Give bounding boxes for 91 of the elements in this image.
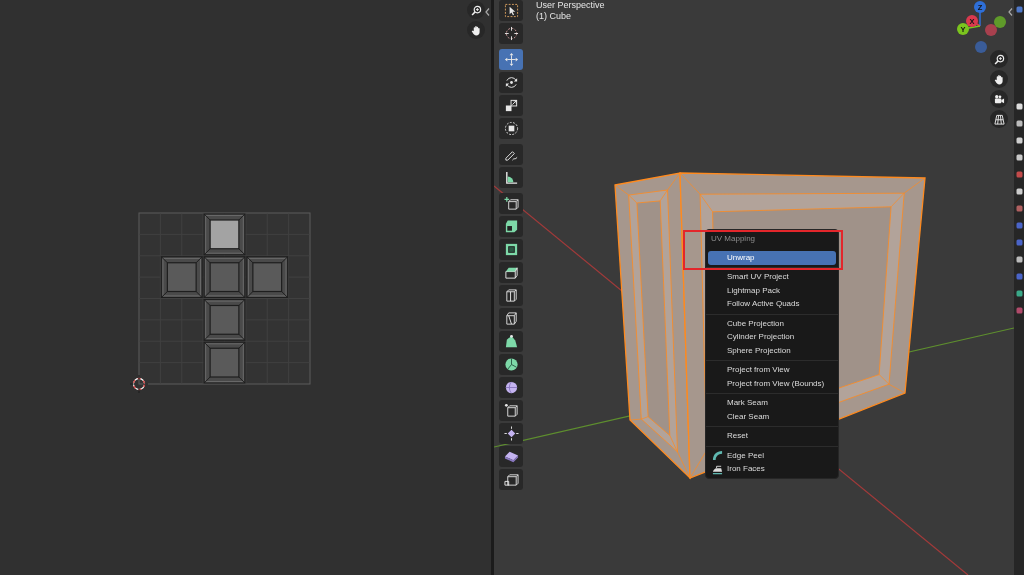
chevron-icon[interactable]: [485, 8, 490, 16]
axis-handle[interactable]: [985, 24, 997, 36]
zoom-button[interactable]: [990, 50, 1008, 68]
move-icon: [503, 52, 519, 67]
cursor-tool-button[interactable]: [499, 23, 523, 44]
loop-cut-tool-button[interactable]: [499, 285, 523, 306]
shear-tool-button[interactable]: [499, 446, 523, 467]
ruler-icon: [503, 170, 519, 185]
menu-item[interactable]: Iron Faces: [708, 462, 836, 476]
object-label: (1) Cube: [536, 11, 572, 22]
menu-item[interactable]: Unwrap: [708, 251, 836, 265]
tab-icon[interactable]: [1015, 188, 1023, 195]
rip-tool-button[interactable]: [499, 469, 523, 490]
uv-face[interactable]: [203, 256, 246, 298]
camera-icon: [993, 93, 1005, 105]
bevel-tool-button[interactable]: [499, 262, 523, 283]
menu-item[interactable]: Smart UV Project: [708, 270, 836, 284]
rip-icon: [503, 472, 519, 487]
uv-face[interactable]: [246, 256, 289, 298]
annotate-tool-button[interactable]: [499, 144, 523, 165]
spin-icon: [503, 357, 519, 372]
transform-icon: [503, 121, 519, 136]
menu-item[interactable]: Cylinder Projection: [708, 330, 836, 344]
smooth-tool-button[interactable]: [499, 377, 523, 398]
axis-handle[interactable]: [975, 41, 987, 53]
rotate-icon: [503, 75, 519, 90]
shrink-fatten-tool-button[interactable]: [499, 423, 523, 444]
zoom-button[interactable]: [467, 1, 485, 19]
zoom-icon: [470, 4, 482, 16]
measure-tool-button[interactable]: [499, 167, 523, 188]
hand-icon: [993, 73, 1005, 85]
menu-item[interactable]: Sphere Projection: [708, 344, 836, 358]
menu-item[interactable]: Project from View: [708, 363, 836, 377]
select-icon: [503, 3, 519, 18]
pan-button[interactable]: [990, 70, 1008, 88]
inset-tool-button[interactable]: [499, 239, 523, 260]
knife-icon: [503, 311, 519, 326]
tab-icon[interactable]: [1015, 120, 1023, 127]
axis-handle[interactable]: [994, 16, 1006, 28]
menu-item[interactable]: Mark Seam: [708, 396, 836, 410]
inset-icon: [503, 242, 519, 257]
cube-icon: [503, 403, 519, 418]
uv-face[interactable]: [203, 299, 246, 341]
move-tool-button[interactable]: [499, 49, 523, 70]
loop-cut-icon: [503, 288, 519, 303]
menu-item[interactable]: Clear Seam: [708, 410, 836, 424]
extrude-icon: [503, 219, 519, 234]
transform-tool-button[interactable]: [499, 118, 523, 139]
camera-button[interactable]: [990, 90, 1008, 108]
knife-tool-button[interactable]: [499, 308, 523, 329]
tab-icon[interactable]: [1015, 290, 1023, 297]
uv-face[interactable]: [203, 213, 246, 256]
menu-title: UV Mapping: [710, 233, 757, 245]
cursor-icon: [503, 26, 519, 41]
cursor-icon: [129, 374, 149, 394]
extrude-tool-button[interactable]: [499, 216, 523, 237]
edge-slide-tool-button[interactable]: [499, 400, 523, 421]
peel-icon: [712, 450, 723, 462]
menu-item[interactable]: Project from View (Bounds): [708, 377, 836, 391]
rotate-tool-button[interactable]: [499, 72, 523, 93]
shear-icon: [503, 449, 519, 464]
menu-item[interactable]: Follow Active Quads: [708, 297, 836, 311]
shrink-icon: [503, 426, 519, 441]
polygon-icon: [503, 334, 519, 349]
tab-icon[interactable]: [1015, 154, 1023, 161]
menu-item[interactable]: Cube Projection: [708, 317, 836, 331]
add-cube-icon: [503, 196, 519, 211]
uv-face[interactable]: [203, 341, 246, 384]
iron-icon: [712, 463, 723, 475]
uv-face[interactable]: [160, 256, 203, 298]
scale-tool-button[interactable]: [499, 95, 523, 116]
perspective-button[interactable]: [990, 110, 1008, 128]
grid-icon: [993, 113, 1005, 125]
view-name: User Perspective: [536, 0, 605, 11]
menu-item[interactable]: Reset: [708, 429, 836, 443]
tab-icon[interactable]: [1015, 137, 1023, 144]
menu-item[interactable]: Edge Peel: [708, 449, 836, 463]
tab-icon[interactable]: [1015, 256, 1023, 263]
chevron-icon[interactable]: [1008, 8, 1013, 16]
bevel-icon: [503, 265, 519, 280]
menu-item[interactable]: Lightmap Pack: [708, 284, 836, 298]
spin-tool-button[interactable]: [499, 354, 523, 375]
pan-button[interactable]: [467, 21, 485, 39]
tab-icon[interactable]: [1015, 103, 1023, 110]
select-tool-button[interactable]: [499, 0, 523, 21]
add-cube-tool-button[interactable]: [499, 193, 523, 214]
sphere-icon: [503, 380, 519, 395]
zoom-icon: [993, 53, 1005, 65]
poly-build-tool-button[interactable]: [499, 331, 523, 352]
scale-icon: [503, 98, 519, 113]
hand-icon: [470, 24, 482, 36]
